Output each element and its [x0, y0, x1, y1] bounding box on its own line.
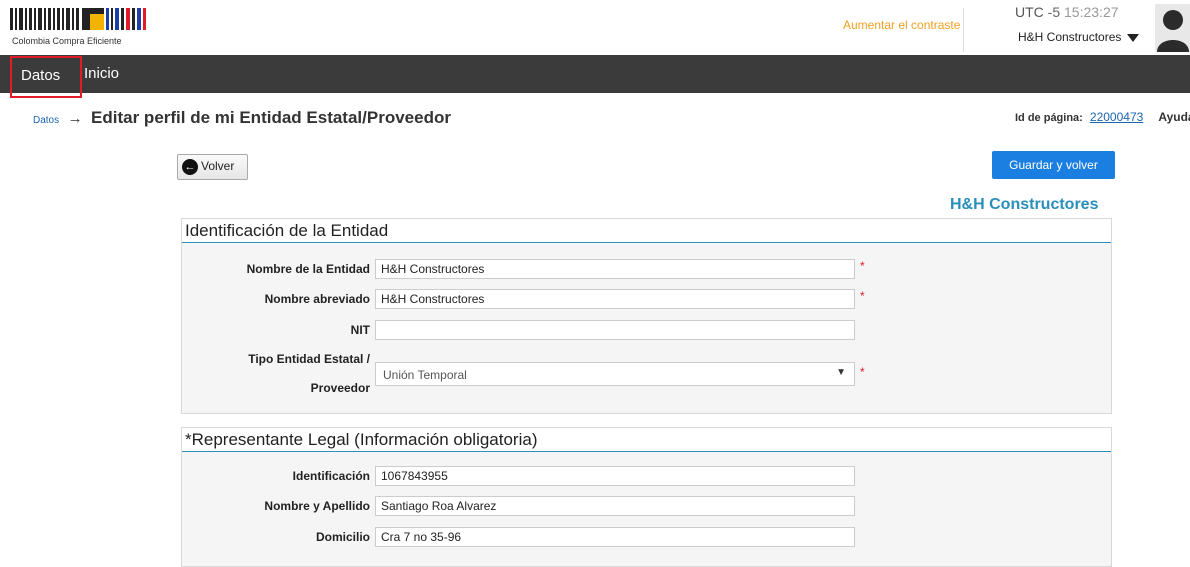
increase-contrast-link[interactable]: Aumentar el contraste	[843, 18, 960, 32]
page-id-label: Id de página:	[1015, 112, 1083, 124]
entity-name-label: Nombre de la Entidad	[246, 262, 370, 276]
identification-label: Identificación	[292, 469, 370, 483]
section-title: *Representante Legal (Información obliga…	[182, 428, 1111, 452]
nit-label: NIT	[350, 323, 370, 337]
nav-item-datos[interactable]: Datos	[10, 56, 82, 98]
logo-caption: Colombia Compra Eficiente	[12, 36, 122, 46]
breadcrumb: Datos → Editar perfil de mi Entidad Esta…	[33, 108, 451, 128]
required-mark: *	[860, 365, 865, 379]
user-menu[interactable]: H&H Constructores	[1018, 30, 1140, 44]
required-mark: *	[860, 289, 865, 303]
clock: UTC -5 15:23:27	[1015, 4, 1119, 20]
utc-offset: -5	[1047, 4, 1061, 20]
clock-time: 15:23:27	[1064, 4, 1119, 20]
utc-label: UTC	[1015, 4, 1044, 20]
entity-type-select[interactable]: Unión Temporal ▼	[375, 362, 855, 386]
nit-field[interactable]	[375, 320, 855, 340]
avatar[interactable]	[1155, 4, 1190, 52]
back-button-label: Volver	[201, 159, 235, 174]
entity-type-label-line2: Proveedor	[310, 381, 370, 395]
required-mark: *	[860, 259, 865, 273]
page-id: Id de página: 22000473 Ayuda	[1015, 110, 1190, 124]
section-title: Identificación de la Entidad	[182, 219, 1111, 243]
header-divider	[963, 8, 964, 52]
breadcrumb-link-datos[interactable]: Datos	[33, 115, 59, 126]
logo[interactable]: Colombia Compra Eficiente	[10, 8, 160, 50]
address-field[interactable]: Cra 7 no 35-96	[375, 527, 855, 547]
arrow-left-circle-icon: ←	[182, 159, 198, 175]
dropdown-arrow-icon: ▼	[836, 367, 846, 378]
save-and-return-button[interactable]: Guardar y volver	[992, 151, 1115, 179]
entity-name-field[interactable]: H&H Constructores	[375, 259, 855, 279]
top-nav	[0, 55, 1190, 93]
entity-type-selected: Unión Temporal	[383, 368, 467, 382]
address-label: Domicilio	[315, 530, 370, 544]
entity-heading: H&H Constructores	[950, 196, 1099, 213]
user-silhouette-icon	[1157, 10, 1189, 52]
page-id-link[interactable]: 22000473	[1090, 110, 1143, 124]
page-title: Editar perfil de mi Entidad Estatal/Prov…	[91, 108, 451, 127]
breadcrumb-arrow-icon: →	[67, 110, 83, 127]
identification-field[interactable]: 1067843955	[375, 466, 855, 486]
user-name: H&H Constructores	[1018, 30, 1122, 44]
full-name-label: Nombre y Apellido	[264, 499, 370, 513]
back-button[interactable]: ← Volver	[177, 154, 248, 180]
nav-item-inicio[interactable]: Inicio	[84, 65, 119, 82]
barcode-logo-icon	[10, 8, 146, 30]
short-name-field[interactable]: H&H Constructores	[375, 289, 855, 309]
entity-type-label: Tipo Entidad Estatal /	[248, 352, 370, 366]
short-name-label: Nombre abreviado	[264, 292, 370, 306]
help-link[interactable]: Ayuda	[1158, 110, 1190, 124]
full-name-field[interactable]: Santiago Roa Alvarez	[375, 496, 855, 516]
caret-down-icon	[1127, 33, 1140, 42]
